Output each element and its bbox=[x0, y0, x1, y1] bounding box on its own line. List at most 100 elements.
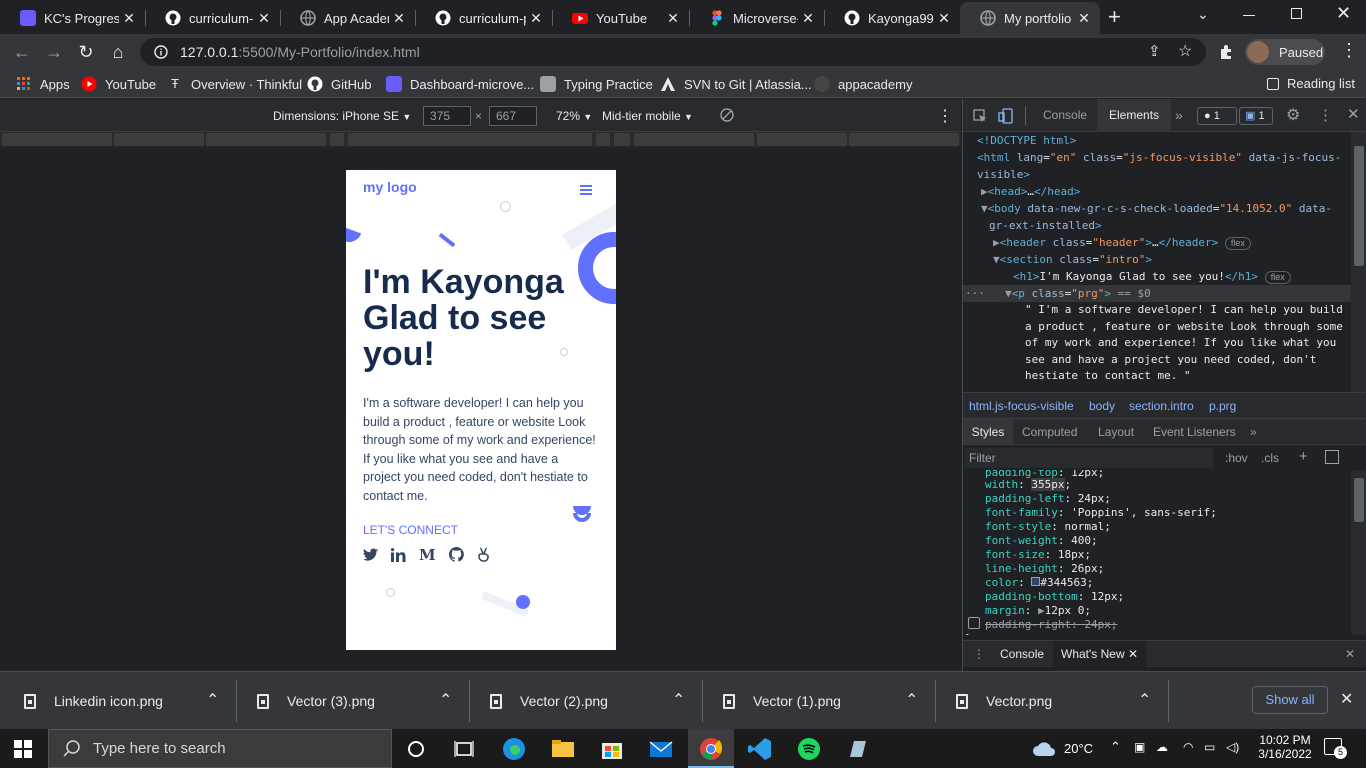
download-item[interactable]: Vector (3).png bbox=[257, 672, 375, 730]
cortana-icon[interactable] bbox=[404, 737, 428, 761]
close-devtools-icon[interactable]: ✕ bbox=[1347, 105, 1360, 123]
tab-curriculum-pr[interactable]: curriculum-pr ✕ bbox=[415, 2, 552, 34]
add-rule-icon[interactable]: + bbox=[1299, 448, 1308, 465]
more-options-icon[interactable]: ⋮ bbox=[937, 106, 953, 126]
info-icon[interactable] bbox=[154, 45, 168, 59]
device-select[interactable]: Dimensions: iPhone SE ▼ bbox=[273, 109, 411, 123]
styles-scrollbar[interactable] bbox=[1351, 470, 1366, 635]
angellist-icon[interactable] bbox=[477, 547, 490, 562]
issues-counter[interactable]: ● 1 bbox=[1197, 107, 1237, 125]
filter-input[interactable]: Filter bbox=[965, 448, 1213, 468]
reading-list-button[interactable]: Reading list bbox=[1267, 76, 1355, 91]
tray-chevron-icon[interactable]: ⌃ bbox=[1110, 739, 1121, 755]
tab-computed[interactable]: Computed bbox=[1022, 419, 1077, 445]
restore-button[interactable] bbox=[1291, 8, 1302, 19]
medium-icon[interactable]: M bbox=[419, 547, 436, 562]
breadcrumb-section[interactable]: section.intro bbox=[1129, 393, 1194, 419]
inspect-element-icon[interactable] bbox=[973, 109, 987, 123]
tab-app-academy[interactable]: App Academy ✕ bbox=[280, 2, 415, 34]
show-all-button[interactable]: Show all bbox=[1252, 686, 1328, 714]
tab-my-portfolio[interactable]: My portfolio ✕ bbox=[960, 2, 1100, 34]
app-icon[interactable] bbox=[846, 737, 870, 761]
tab-event-listeners[interactable]: Event Listeners bbox=[1153, 419, 1236, 445]
download-item[interactable]: Linkedin icon.png bbox=[24, 672, 163, 730]
chevron-up-icon[interactable]: ⌃ bbox=[439, 690, 452, 710]
task-view-icon[interactable] bbox=[452, 737, 476, 761]
vscode-icon[interactable] bbox=[748, 737, 772, 761]
volume-icon[interactable]: ◁) bbox=[1226, 740, 1239, 754]
tab-console[interactable]: Console bbox=[1031, 99, 1099, 132]
bookmark-appacademy[interactable]: appacademy bbox=[814, 76, 912, 92]
close-icon[interactable]: ✕ bbox=[389, 10, 409, 27]
close-icon[interactable]: ✕ bbox=[663, 10, 683, 27]
linkedin-icon[interactable] bbox=[391, 547, 406, 562]
throttle-select[interactable]: Mid-tier mobile ▼ bbox=[602, 109, 693, 123]
elements-scrollbar[interactable] bbox=[1351, 132, 1366, 392]
zoom-select[interactable]: 72% ▼ bbox=[556, 109, 592, 123]
extensions-icon[interactable] bbox=[1218, 44, 1234, 60]
close-icon[interactable]: ✕ bbox=[934, 10, 954, 27]
edge-icon[interactable] bbox=[502, 737, 526, 761]
rotate-icon[interactable] bbox=[720, 108, 734, 122]
close-drawer-icon[interactable]: ✕ bbox=[1345, 641, 1355, 667]
breadcrumb-p[interactable]: p.prg bbox=[1209, 393, 1236, 419]
bookmark-star-icon[interactable]: ☆ bbox=[1178, 41, 1192, 61]
property-checkbox[interactable] bbox=[968, 617, 980, 629]
home-button[interactable]: ⌂ bbox=[106, 40, 130, 64]
taskbar-search[interactable]: Type here to search bbox=[48, 729, 392, 768]
breadcrumb-html[interactable]: html.js-focus-visible bbox=[969, 393, 1074, 419]
chevron-up-icon[interactable]: ⌃ bbox=[672, 690, 685, 710]
windows-start-icon[interactable] bbox=[14, 740, 32, 758]
bookmark-apps[interactable]: Apps bbox=[16, 76, 70, 92]
bookmark-svn-to-git[interactable]: SVN to Git | Atlassia... bbox=[660, 76, 812, 92]
minimize-button[interactable] bbox=[1243, 15, 1255, 16]
tab-microverse-figma[interactable]: Microverse-St ✕ bbox=[689, 2, 824, 34]
profile-button[interactable]: Paused bbox=[1245, 39, 1325, 65]
bookmark-thinkful[interactable]: Ŧ Overview · Thinkful bbox=[167, 76, 302, 92]
github-icon[interactable] bbox=[448, 547, 464, 562]
tab-elements[interactable]: Elements bbox=[1097, 99, 1172, 132]
tab-kcs-progress[interactable]: KC's Progress ✕ bbox=[0, 2, 145, 34]
more-tabs-button[interactable]: » bbox=[1175, 107, 1183, 123]
elements-tree[interactable]: <!DOCTYPE html> <html lang="en" class="j… bbox=[963, 132, 1351, 392]
media-query-bar[interactable] bbox=[0, 132, 961, 147]
meet-now-icon[interactable]: ▣ bbox=[1134, 740, 1145, 754]
share-icon[interactable]: ⇪ bbox=[1148, 42, 1161, 60]
toggle-sidebar-icon[interactable] bbox=[1325, 450, 1339, 464]
chevron-up-icon[interactable]: ⌃ bbox=[905, 690, 918, 710]
mail-icon[interactable] bbox=[649, 737, 673, 761]
tab-kayonga-github[interactable]: Kayonga99/M ✕ bbox=[824, 2, 960, 34]
bookmark-youtube[interactable]: YouTube bbox=[81, 76, 156, 92]
drawer-tab-console[interactable]: Console bbox=[1000, 641, 1044, 667]
messages-counter[interactable]: ▣ 1 bbox=[1239, 107, 1273, 125]
device-toggle-icon[interactable] bbox=[998, 108, 1014, 124]
chevron-up-icon[interactable]: ⌃ bbox=[1138, 690, 1151, 710]
height-input[interactable]: 667 bbox=[489, 106, 537, 126]
twitter-icon[interactable] bbox=[363, 548, 378, 562]
bookmark-dashboard-microverse[interactable]: Dashboard-microve... bbox=[386, 76, 534, 92]
download-item[interactable]: Vector (1).png bbox=[723, 672, 841, 730]
close-icon[interactable]: ✕ bbox=[254, 10, 274, 27]
cloud-weather-icon[interactable] bbox=[1032, 740, 1056, 757]
logo[interactable]: my logo bbox=[363, 179, 417, 195]
chevron-down-icon[interactable]: ⌄ bbox=[1197, 6, 1209, 23]
close-icon[interactable]: ✕ bbox=[119, 10, 139, 27]
new-tab-button[interactable]: + bbox=[1108, 6, 1121, 28]
reload-button[interactable]: ↻ bbox=[74, 40, 98, 64]
tab-curriculum-html[interactable]: curriculum-ht ✕ bbox=[145, 2, 280, 34]
spotify-icon[interactable] bbox=[797, 737, 821, 761]
menu-kebab-icon[interactable]: ⋮ bbox=[1340, 40, 1358, 61]
close-icon[interactable]: ✕ bbox=[526, 10, 546, 27]
forward-button[interactable]: → bbox=[42, 40, 66, 64]
tab-styles[interactable]: Styles bbox=[963, 419, 1013, 445]
hov-toggle[interactable]: :hov bbox=[1225, 451, 1248, 465]
styles-pane[interactable]: padding-top: 12px; width: 355px; padding… bbox=[963, 470, 1351, 635]
temperature-label[interactable]: 20°C bbox=[1064, 741, 1093, 756]
onedrive-icon[interactable]: ☁ bbox=[1156, 740, 1168, 754]
back-button[interactable]: ← bbox=[10, 40, 34, 64]
kebab-menu-icon[interactable]: ⋮ bbox=[1318, 106, 1333, 124]
close-downloads-icon[interactable]: ✕ bbox=[1340, 689, 1353, 709]
close-window-button[interactable]: ✕ bbox=[1336, 3, 1351, 24]
battery-icon[interactable]: ▭ bbox=[1204, 740, 1215, 754]
chrome-icon[interactable] bbox=[699, 737, 723, 761]
